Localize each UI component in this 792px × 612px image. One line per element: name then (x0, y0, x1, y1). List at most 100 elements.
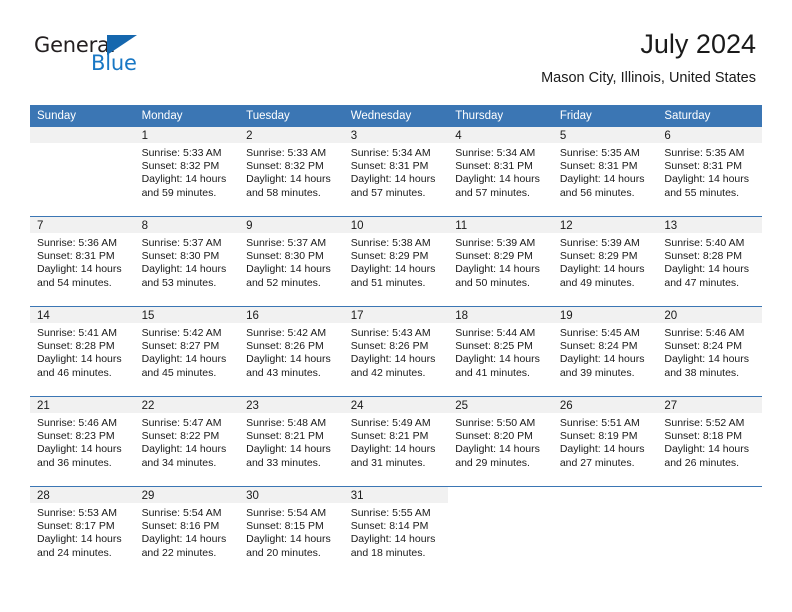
calendar-day-cell[interactable]: 22 Sunrise: 5:47 AM Sunset: 8:22 PM Dayligh… (134, 396, 240, 487)
day-number: 1 (134, 127, 240, 143)
day-details (553, 503, 658, 507)
day-detail-line: Sunset: 8:19 PM (559, 430, 638, 443)
day-detail-line: Daylight: 14 hours (246, 353, 331, 366)
day-details: Sunrise: 5:38 AM Sunset: 8:29 PM Daylight:… (344, 233, 449, 290)
calendar-day-cell[interactable]: 24 Sunrise: 5:49 AM Sunset: 8:21 PM Dayligh… (343, 396, 449, 487)
calendar-week-row: 28 Sunrise: 5:53 AM Sunset: 8:17 PM Dayligh… (30, 486, 762, 577)
day-number: 17 (343, 307, 449, 323)
day-detail-line: Daylight: 14 hours (350, 443, 436, 456)
calendar-day-cell[interactable]: 31 Sunrise: 5:55 AM Sunset: 8:14 PM Dayligh… (343, 486, 449, 577)
day-number: 19 (552, 307, 658, 323)
day-number: 13 (657, 217, 762, 233)
calendar-day-cell[interactable]: 30 Sunrise: 5:54 AM Sunset: 8:15 PM Dayligh… (239, 486, 344, 577)
day-detail-line: Sunset: 8:29 PM (559, 250, 638, 263)
day-number: 31 (343, 487, 449, 503)
calendar-day-cell[interactable]: 20 Sunrise: 5:46 AM Sunset: 8:24 PM Dayligh… (657, 306, 762, 397)
calendar-day-cell[interactable]: 27 Sunrise: 5:52 AM Sunset: 8:18 PM Dayligh… (657, 396, 762, 487)
day-detail-line: Sunrise: 5:43 AM (350, 327, 431, 339)
day-detail-line: Daylight: 14 hours (246, 533, 331, 546)
day-detail-line: Daylight: 14 hours (141, 353, 227, 366)
day-number: 2 (239, 127, 344, 143)
calendar-grid: Sunday Monday Tuesday Wednesday Thursday Frid… (30, 105, 762, 577)
calendar-day-cell[interactable]: 5 Sunrise: 5:35 AM Sunset: 8:31 PM Daylight… (552, 127, 658, 217)
day-detail-line: and 38 minutes. (664, 366, 740, 379)
calendar-day-cell[interactable]: 29 Sunrise: 5:54 AM Sunset: 8:16 PM Dayligh… (134, 486, 240, 577)
day-detail-line: Daylight: 14 hours (246, 263, 331, 276)
calendar-day-cell[interactable]: 12 Sunrise: 5:39 AM Sunset: 8:29 PM Dayligh… (552, 216, 658, 307)
calendar-day-cell[interactable]: 15 Sunrise: 5:42 AM Sunset: 8:27 PM Dayligh… (134, 306, 240, 397)
page-header: General Blue July 2024 Mason City, Illin… (0, 0, 792, 104)
day-detail-line: Sunrise: 5:33 AM (246, 147, 327, 159)
day-detail-line: Daylight: 14 hours (559, 173, 645, 186)
day-details: Sunrise: 5:36 AM Sunset: 8:31 PM Daylight:… (30, 233, 135, 290)
day-detail-line: and 41 minutes. (455, 366, 530, 379)
calendar-day-cell[interactable]: 9 Sunrise: 5:37 AM Sunset: 8:30 PM Daylight… (239, 216, 344, 307)
day-number: 12 (552, 217, 658, 233)
day-detail-line: Sunrise: 5:52 AM (664, 417, 745, 429)
day-detail-line: Sunrise: 5:33 AM (141, 147, 222, 159)
calendar-day-cell[interactable]: 16 Sunrise: 5:42 AM Sunset: 8:26 PM Dayligh… (239, 306, 344, 397)
weekday-header-monday: Monday (134, 105, 240, 127)
calendar-week-row: 14 Sunrise: 5:41 AM Sunset: 8:28 PM Dayligh… (30, 306, 762, 397)
day-detail-line: Sunrise: 5:37 AM (141, 237, 222, 249)
day-detail-line: Sunrise: 5:34 AM (350, 147, 431, 159)
weekday-header-thursday: Thursday (448, 105, 553, 127)
day-detail-line: and 47 minutes. (664, 276, 740, 289)
day-details: Sunrise: 5:44 AM Sunset: 8:25 PM Daylight:… (448, 323, 553, 380)
brand-logo[interactable]: General Blue (34, 33, 184, 83)
calendar-day-cell[interactable]: 11 Sunrise: 5:39 AM Sunset: 8:29 PM Dayligh… (448, 216, 553, 307)
calendar-day-cell[interactable]: 8 Sunrise: 5:37 AM Sunset: 8:30 PM Daylight… (134, 216, 240, 307)
calendar-day-cell[interactable]: 13 Sunrise: 5:40 AM Sunset: 8:28 PM Dayligh… (657, 216, 762, 307)
title-block: July 2024 Mason City, Illinois, United S… (541, 28, 756, 87)
day-detail-line: Sunset: 8:32 PM (246, 160, 324, 173)
calendar-day-cell[interactable]: 25 Sunrise: 5:50 AM Sunset: 8:20 PM Dayligh… (448, 396, 553, 487)
calendar-day-cell[interactable]: 2 Sunrise: 5:33 AM Sunset: 8:32 PM Daylight… (239, 127, 344, 217)
day-detail-line: Daylight: 14 hours (246, 443, 331, 456)
calendar-day-cell[interactable]: 18 Sunrise: 5:44 AM Sunset: 8:25 PM Dayligh… (448, 306, 553, 397)
day-detail-line: Sunrise: 5:48 AM (246, 417, 327, 429)
day-detail-line: Sunrise: 5:54 AM (246, 507, 327, 519)
calendar-day-cell[interactable]: 6 Sunrise: 5:35 AM Sunset: 8:31 PM Daylight… (657, 127, 762, 217)
day-detail-line: Sunrise: 5:39 AM (559, 237, 640, 249)
calendar-day-cell[interactable]: 17 Sunrise: 5:43 AM Sunset: 8:26 PM Dayligh… (343, 306, 449, 397)
calendar-page: General Blue July 2024 Mason City, Illin… (0, 0, 792, 612)
calendar-day-cell[interactable]: 7 Sunrise: 5:36 AM Sunset: 8:31 PM Daylight… (30, 216, 135, 307)
day-detail-line: Daylight: 14 hours (350, 173, 436, 186)
day-detail-line: Sunset: 8:29 PM (350, 250, 429, 263)
day-number: 21 (30, 397, 135, 413)
calendar-day-cell[interactable]: 1 Sunrise: 5:33 AM Sunset: 8:32 PM Daylight… (134, 127, 240, 217)
day-detail-line: and 29 minutes. (455, 456, 530, 469)
day-detail-line: and 18 minutes. (350, 546, 426, 559)
day-number: 22 (134, 397, 240, 413)
day-detail-line: Daylight: 14 hours (141, 173, 227, 186)
day-details: Sunrise: 5:35 AM Sunset: 8:31 PM Daylight:… (553, 143, 658, 200)
calendar-week-row: 21 Sunrise: 5:46 AM Sunset: 8:23 PM Dayligh… (30, 396, 762, 487)
calendar-day-cell[interactable]: 4 Sunrise: 5:34 AM Sunset: 8:31 PM Daylight… (448, 127, 553, 217)
calendar-day-cell[interactable]: 3 Sunrise: 5:34 AM Sunset: 8:31 PM Daylight… (343, 127, 449, 217)
day-details: Sunrise: 5:33 AM Sunset: 8:32 PM Daylight:… (135, 143, 240, 200)
calendar-day-cell[interactable]: 14 Sunrise: 5:41 AM Sunset: 8:28 PM Dayligh… (30, 306, 135, 397)
day-detail-line: Daylight: 14 hours (37, 443, 122, 456)
day-detail-line: Daylight: 14 hours (141, 443, 227, 456)
day-number: 15 (134, 307, 240, 323)
calendar-day-cell[interactable]: 21 Sunrise: 5:46 AM Sunset: 8:23 PM Dayligh… (30, 396, 135, 487)
calendar-day-cell[interactable]: 26 Sunrise: 5:51 AM Sunset: 8:19 PM Dayligh… (552, 396, 658, 487)
day-detail-line: and 54 minutes. (37, 276, 112, 289)
day-detail-line: and 34 minutes. (141, 456, 217, 469)
day-detail-line: Daylight: 14 hours (664, 173, 750, 186)
page-title: July 2024 (640, 29, 756, 59)
day-detail-line: Sunset: 8:28 PM (664, 250, 743, 263)
day-number: 20 (657, 307, 762, 323)
day-detail-line: Daylight: 14 hours (350, 533, 436, 546)
day-detail-line: Sunrise: 5:40 AM (664, 237, 745, 249)
day-number: 16 (239, 307, 344, 323)
day-detail-line: Sunrise: 5:34 AM (455, 147, 536, 159)
calendar-day-cell[interactable]: 10 Sunrise: 5:38 AM Sunset: 8:29 PM Dayligh… (343, 216, 449, 307)
calendar-day-cell[interactable]: 23 Sunrise: 5:48 AM Sunset: 8:21 PM Dayligh… (239, 396, 344, 487)
day-details: Sunrise: 5:55 AM Sunset: 8:14 PM Daylight:… (344, 503, 449, 560)
calendar-day-cell[interactable]: 19 Sunrise: 5:45 AM Sunset: 8:24 PM Dayligh… (552, 306, 658, 397)
day-number: 29 (134, 487, 240, 503)
day-number: 9 (239, 217, 344, 233)
day-detail-line: and 36 minutes. (37, 456, 112, 469)
calendar-day-cell[interactable]: 28 Sunrise: 5:53 AM Sunset: 8:17 PM Dayligh… (30, 486, 135, 577)
